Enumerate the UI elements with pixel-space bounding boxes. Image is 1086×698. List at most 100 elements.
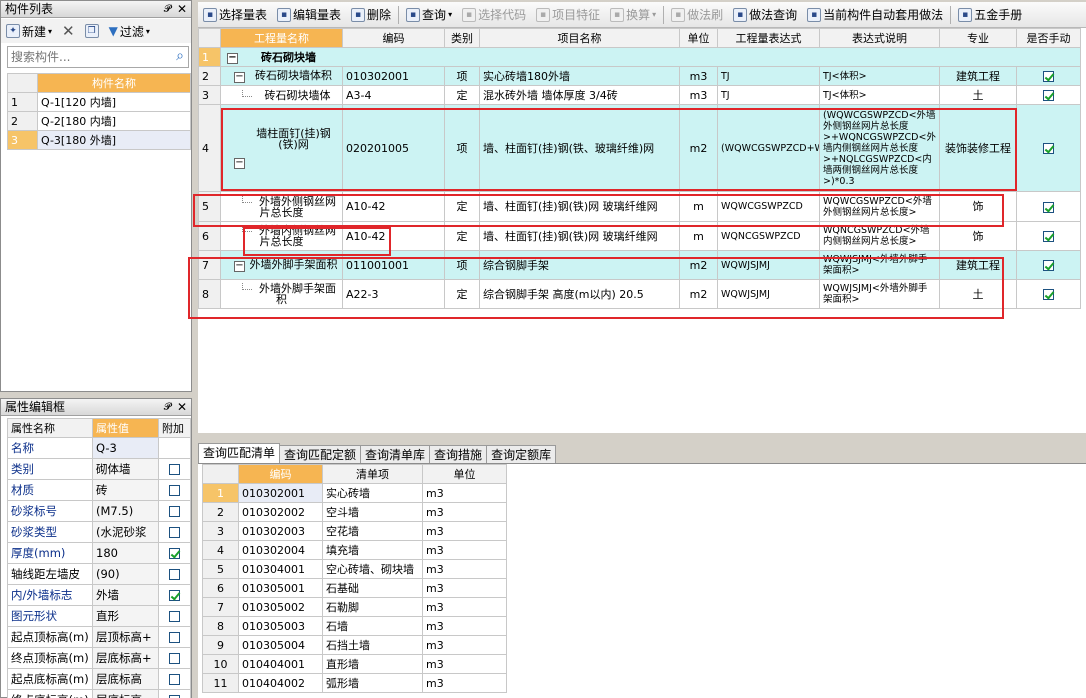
code-cell[interactable]: A3-4: [342, 85, 445, 105]
bill-item-cell[interactable]: 石墙: [322, 616, 423, 636]
property-row[interactable]: 终点顶标高(m) 层底标高+: [7, 647, 191, 669]
bill-unit-cell[interactable]: m3: [422, 521, 507, 541]
search-icon[interactable]: ⌕: [176, 48, 184, 64]
property-value[interactable]: 层底标高: [92, 689, 159, 698]
manual-cell[interactable]: [1016, 85, 1081, 105]
property-row[interactable]: 起点底标高(m) 层底标高: [7, 668, 191, 690]
type-cell[interactable]: 定: [444, 85, 480, 105]
specialty-cell[interactable]: 饰: [939, 191, 1017, 222]
bill-code-cell[interactable]: 010404002: [238, 673, 323, 693]
property-value[interactable]: 直形: [92, 605, 159, 627]
grid-group-row[interactable]: 1− 砖石砌块墙: [198, 47, 1081, 67]
component-row-selected[interactable]: 3 Q-3[180 外墙]: [7, 130, 191, 150]
property-row[interactable]: 终点底标高(m)层底标高: [7, 689, 191, 698]
toolbar-button-brush[interactable]: ▪ 做法刷: [666, 4, 728, 26]
grid-header[interactable]: 工程量表达式: [717, 28, 820, 48]
project-name-cell[interactable]: 墙、柱面钉(挂)钢(铁)网 玻璃纤维网: [479, 221, 680, 251]
specialty-cell[interactable]: 土: [939, 279, 1017, 309]
bill-unit-cell[interactable]: m3: [422, 559, 507, 579]
delete-component-button[interactable]: ✕: [57, 20, 80, 42]
grid-row[interactable]: 5 外墙外侧钢丝网片总长度 A10-42 定墙、柱面钉(挂)钢(铁)网 玻璃纤维网 m W…: [198, 191, 1081, 222]
expression-cell[interactable]: WQWJSJMJ: [717, 279, 820, 309]
expression-cell[interactable]: TJ: [717, 85, 820, 105]
project-name-cell[interactable]: 综合钢脚手架: [479, 250, 680, 280]
bill-item-cell[interactable]: 实心砖墙: [322, 483, 423, 503]
extra-checkbox[interactable]: [169, 527, 180, 538]
property-row[interactable]: 厚度(mm) 180: [7, 542, 191, 564]
expression-cell[interactable]: WQWJSJMJ: [717, 250, 820, 280]
property-row[interactable]: 起点顶标高(m) 层顶标高+: [7, 626, 191, 648]
component-name[interactable]: Q-1[120 内墙]: [37, 92, 191, 112]
quantity-name-cell[interactable]: − 砖石砌块墙体积: [220, 66, 343, 86]
manual-checkbox[interactable]: [1043, 260, 1054, 271]
unit-cell[interactable]: m2: [679, 250, 718, 280]
type-cell[interactable]: 项: [444, 250, 480, 280]
code-cell[interactable]: 011001001: [342, 250, 445, 280]
pin-icon[interactable]: 𝓟: [164, 399, 171, 416]
bottom-tab[interactable]: 查询措施: [429, 445, 488, 463]
bill-unit-cell[interactable]: m3: [422, 616, 507, 636]
bill-item-cell[interactable]: 空斗墙: [322, 502, 423, 522]
bill-item-cell[interactable]: 空心砖墙、砌块墙: [322, 559, 423, 579]
code-cell[interactable]: 020201005: [342, 104, 445, 192]
unit-cell[interactable]: m3: [679, 85, 718, 105]
collapse-icon[interactable]: −: [227, 52, 238, 64]
property-value[interactable]: (M7.5): [92, 500, 159, 522]
toolbar-button-convert[interactable]: ▪ 换算 ▾: [605, 4, 661, 26]
expression-cell[interactable]: WQWCGSWPZCD: [717, 191, 820, 222]
code-cell[interactable]: A10-42: [342, 191, 445, 222]
grid-row[interactable]: 8 外墙外脚手架面积 A22-3 定综合钢脚手架 高度(m以内) 20.5 m2 WQWJ…: [198, 279, 1081, 309]
property-row[interactable]: 内/外墙标志 外墙: [7, 584, 191, 606]
manual-cell[interactable]: [1016, 104, 1081, 192]
bill-code-cell[interactable]: 010404001: [238, 654, 323, 674]
toolbar-button-query[interactable]: ▪ 查询 ▾: [401, 4, 457, 26]
manual-cell[interactable]: [1016, 250, 1081, 280]
project-name-cell[interactable]: 墙、柱面钉(挂)钢(铁)网 玻璃纤维网: [479, 191, 680, 222]
toolbar-button-auto-apply[interactable]: ▪ 当前构件自动套用做法: [802, 4, 948, 26]
toolbar-button-select-code[interactable]: ▪ 选择代码: [457, 4, 531, 26]
grid-row[interactable]: 6 外墙内侧钢丝网片总长度 A10-42 定墙、柱面钉(挂)钢(铁)网 玻璃纤维网 m W…: [198, 221, 1081, 251]
bottom-grid-row[interactable]: 11 010404002 弧形墙 m3: [202, 673, 507, 693]
property-value[interactable]: 外墙: [92, 584, 159, 606]
grid-header[interactable]: 表达式说明: [819, 28, 940, 48]
extra-checkbox[interactable]: [169, 506, 180, 517]
grid-header[interactable]: 单位: [679, 28, 718, 48]
property-value[interactable]: 层顶标高+: [92, 626, 159, 648]
manual-cell[interactable]: [1016, 279, 1081, 309]
toolbar-button-select-table[interactable]: ▪ 选择量表: [198, 4, 272, 26]
toolbar-button-method-query[interactable]: ▪ 做法查询: [728, 4, 802, 26]
toolbar-button-edit-table[interactable]: ▪ 编辑量表: [272, 4, 346, 26]
grid-header[interactable]: 工程量名称: [220, 28, 343, 48]
component-row[interactable]: 2 Q-2[180 内墙]: [7, 111, 191, 131]
bill-unit-cell[interactable]: m3: [422, 540, 507, 560]
manual-checkbox[interactable]: [1043, 90, 1054, 101]
bottom-grid-row[interactable]: 8 010305003 石墙 m3: [202, 616, 507, 636]
extra-checkbox[interactable]: [169, 632, 180, 643]
bottom-grid-row[interactable]: 7 010305002 石勒脚 m3: [202, 597, 507, 617]
toolbar-button-feature[interactable]: ▪ 项目特征: [531, 4, 605, 26]
grid-row[interactable]: 2− 砖石砌块墙体积 010302001 项实心砖墙180外墙 m3 TJ TJ<体积> 建筑…: [198, 66, 1081, 86]
expression-desc-cell[interactable]: WQWCGSWPZCD<外墙外侧钢丝网片总长度>: [819, 191, 940, 222]
code-cell[interactable]: A22-3: [342, 279, 445, 309]
bottom-grid-header[interactable]: 清单项: [322, 464, 423, 484]
bill-item-cell[interactable]: 空花墙: [322, 521, 423, 541]
property-row[interactable]: 图元形状 直形: [7, 605, 191, 627]
specialty-cell[interactable]: 饰: [939, 221, 1017, 251]
grid-header[interactable]: 类别: [444, 28, 480, 48]
project-name-cell[interactable]: 墙、柱面钉(挂)钢(铁、玻璃纤维)网: [479, 104, 680, 192]
bottom-tab[interactable]: 查询定额库: [486, 445, 557, 463]
bill-item-cell[interactable]: 石挡土墙: [322, 635, 423, 655]
expression-desc-cell[interactable]: TJ<体积>: [819, 85, 940, 105]
close-icon[interactable]: ✕: [177, 399, 187, 416]
type-cell[interactable]: 项: [444, 104, 480, 192]
project-name-cell[interactable]: 实心砖墙180外墙: [479, 66, 680, 86]
bill-unit-cell[interactable]: m3: [422, 654, 507, 674]
expression-cell[interactable]: (WQWCGSWPZCD+WQNCGSWPZCD+NQLCGSWPZCD)*0.…: [717, 104, 820, 192]
collapse-icon[interactable]: −: [234, 260, 245, 272]
property-row[interactable]: 类别 砌体墙: [7, 458, 191, 480]
bill-code-cell[interactable]: 010305002: [238, 597, 323, 617]
property-value[interactable]: (水泥砂浆: [92, 521, 159, 543]
component-name[interactable]: Q-3[180 外墙]: [37, 130, 191, 150]
quantity-name-cell[interactable]: 外墙外侧钢丝网片总长度: [220, 191, 343, 222]
property-value[interactable]: 砖: [92, 479, 159, 501]
